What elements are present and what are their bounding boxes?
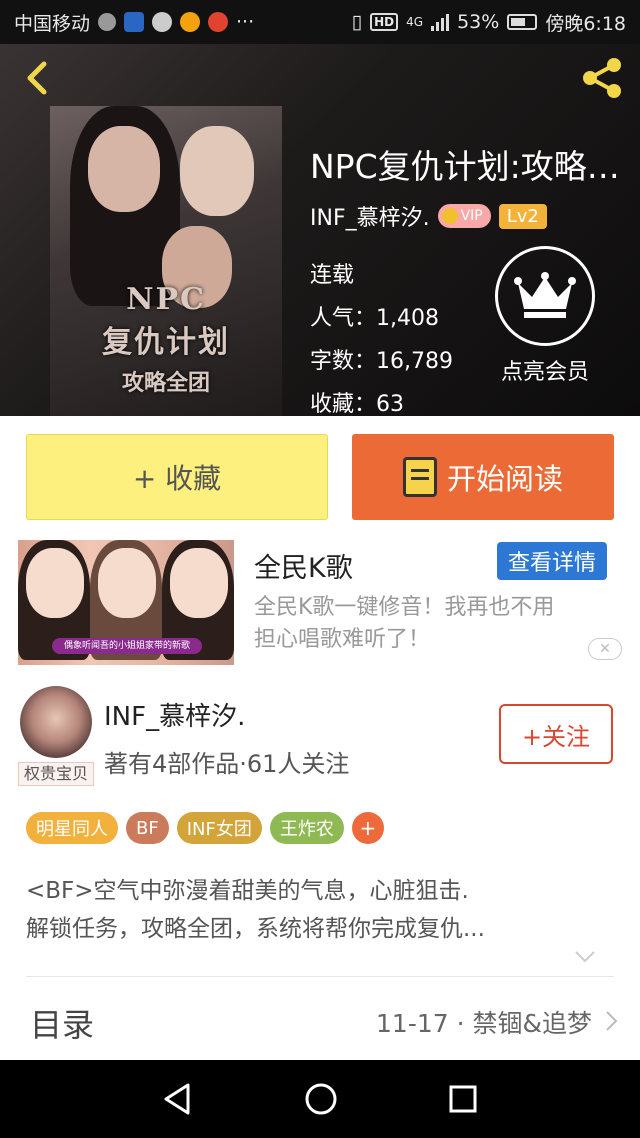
nav-recents-icon[interactable]	[448, 1084, 478, 1114]
battery-icon	[507, 14, 538, 30]
view-details-button[interactable]: 查看详情	[497, 542, 607, 580]
chevron-right-icon	[606, 1011, 618, 1031]
ad-description: 全民K歌一键修音！我再也不用 担心唱歌难听了！	[254, 592, 624, 656]
ad-title: 全民K歌	[254, 553, 353, 584]
toc-label: 目录	[30, 1006, 95, 1044]
app-icon	[152, 12, 173, 32]
popularity-stat: 人气：1,408	[310, 306, 439, 331]
ad-figure	[170, 548, 228, 618]
qq-icon	[98, 13, 117, 31]
chevron-down-icon[interactable]	[574, 950, 596, 964]
clock: 傍晚6:18	[545, 12, 626, 35]
follow-button[interactable]: +关注	[499, 704, 613, 764]
book-icon	[402, 457, 437, 497]
network-type: 4G	[406, 15, 424, 29]
author-badge: 权贵宝贝	[18, 762, 94, 786]
weibo-icon	[208, 12, 229, 32]
weibo-icon	[180, 12, 201, 32]
tag-item[interactable]: 王炸农	[269, 812, 344, 844]
chevron-left-icon[interactable]	[18, 58, 58, 98]
ad-figure	[98, 548, 156, 618]
nav-home-icon[interactable]	[304, 1082, 338, 1116]
vibrate-icon: ▯	[351, 11, 363, 33]
vip-label: VIP	[460, 208, 483, 224]
cover-title-line: 复仇计划	[102, 325, 230, 360]
author-card-name[interactable]: INF_慕梓汐.	[104, 696, 245, 733]
crown-icon	[441, 208, 458, 224]
member-button[interactable]: 点亮会员	[490, 246, 600, 386]
ad-image-caption: 偶象听闻吾的小姐姐家带的新歌	[52, 638, 202, 654]
book-title: NPC复仇计划:攻略全团	[310, 147, 635, 186]
carrier-label: 中国移动	[14, 12, 91, 35]
system-nav-bar	[0, 1060, 640, 1138]
book-header: NPC 复仇计划 攻略全团 NPC复仇计划:攻略全团 INF_慕梓汐. VIP …	[0, 44, 640, 417]
synopsis-line: 解锁任务，攻略全团，系统将帮你完成复仇...	[26, 916, 485, 942]
start-reading-label: 开始阅读	[446, 462, 563, 496]
ad-figure	[26, 548, 84, 618]
author-card: 权贵宝贝 INF_慕梓汐. 著有4部作品·61人关注 +关注	[0, 674, 640, 794]
ad-description-line: 全民K歌一键修音！我再也不用	[254, 595, 555, 620]
nav-back-icon[interactable]	[162, 1082, 194, 1116]
synopsis-line: <BF>空气中弥漫着甜美的气息，心脏狙击.	[26, 878, 469, 904]
ad-banner[interactable]: 偶象听闻吾的小姐姐家带的新歌 全民K歌 查看详情 全民K歌一键修音！我再也不用 …	[0, 526, 640, 674]
table-of-contents-row[interactable]: 目录 11-17 · 禁锢&追梦	[0, 978, 640, 1060]
share-icon[interactable]	[578, 54, 626, 102]
cover-title-line: NPC	[126, 282, 206, 317]
author-stats: 著有4部作品·61人关注	[104, 750, 350, 778]
book-detail-page: 中国移动 ··· ▯ HD 4G 53% 傍晚6:18 NPC 复仇计划 攻略全…	[0, 0, 640, 1138]
book-stats: 连载 人气：1,408 字数：16,789 收藏：63	[310, 254, 453, 426]
tag-item[interactable]: INF女团	[176, 812, 262, 844]
author-row: INF_慕梓汐. VIP Lv2	[310, 200, 547, 232]
battery-percent: 53%	[457, 11, 500, 33]
serial-status: 连载	[310, 263, 355, 288]
action-bar: + 收藏 开始阅读	[0, 416, 640, 526]
divider	[26, 976, 614, 977]
author-name[interactable]: INF_慕梓汐.	[310, 200, 430, 232]
cover-figure	[180, 126, 254, 216]
level-badge: Lv2	[498, 203, 547, 229]
hd-icon: HD	[370, 13, 399, 31]
add-tag-button[interactable]: +	[351, 812, 384, 844]
latest-chapter: 11-17 · 禁锢&追梦	[376, 1009, 592, 1038]
tag-item[interactable]: BF	[126, 812, 169, 844]
avatar[interactable]	[20, 686, 92, 758]
cover-figure	[88, 126, 160, 212]
signal-icon	[431, 13, 450, 31]
synopsis[interactable]: <BF>空气中弥漫着甜美的气息，心脏狙击. 解锁任务，攻略全团，系统将帮你完成复…	[26, 872, 616, 948]
ad-description-line: 担心唱歌难听了！	[254, 627, 431, 652]
tag-item[interactable]: 明星同人	[26, 812, 118, 844]
book-cover[interactable]: NPC 复仇计划 攻略全团	[50, 106, 282, 416]
tag-list: 明星同人 BF INF女团 王炸农 +	[26, 812, 384, 844]
ad-image[interactable]: 偶象听闻吾的小姐姐家带的新歌	[18, 540, 234, 665]
cover-title-line: 攻略全团	[121, 370, 210, 396]
member-label: 点亮会员	[500, 360, 589, 385]
start-reading-button[interactable]: 开始阅读	[352, 434, 614, 520]
collect-button[interactable]: + 收藏	[26, 434, 328, 520]
crown-icon	[495, 246, 595, 346]
cover-title: NPC 复仇计划 攻略全团	[50, 282, 282, 397]
word-count-stat: 字数：16,789	[310, 349, 453, 374]
close-icon[interactable]: ✕	[588, 638, 622, 660]
shield-icon	[124, 12, 145, 32]
more-notifications: ···	[236, 11, 255, 33]
vip-badge: VIP	[437, 204, 491, 228]
status-bar: 中国移动 ··· ▯ HD 4G 53% 傍晚6:18	[0, 0, 640, 44]
